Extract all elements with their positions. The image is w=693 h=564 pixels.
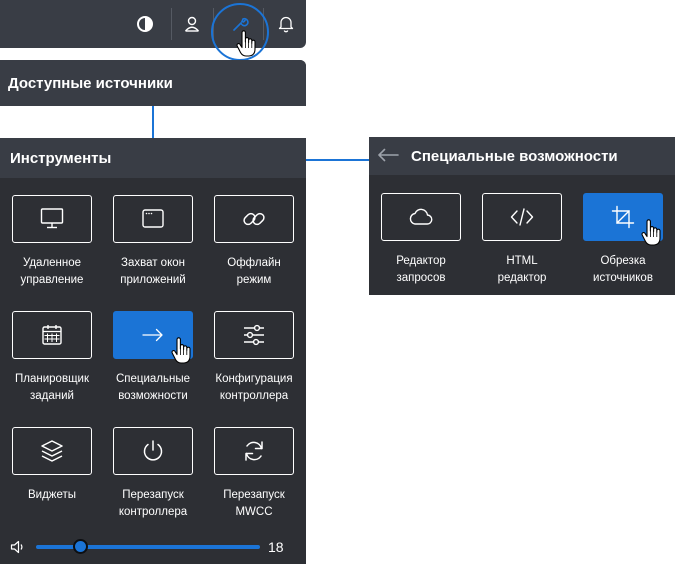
connector-line: [152, 106, 154, 140]
app-window-icon: [142, 209, 164, 228]
tile-monitor[interactable]: [12, 195, 92, 243]
tile-label-line1: Захват окон: [121, 257, 185, 269]
tile-link[interactable]: [214, 195, 294, 243]
tile-code[interactable]: [482, 193, 562, 241]
calendar-icon: [42, 325, 62, 345]
layers-icon: [41, 440, 63, 462]
tools-title: Инструменты: [10, 149, 112, 167]
tile-label-line2: MWCC: [235, 506, 273, 518]
tile-label-line1: Перезапуск: [223, 489, 285, 501]
toolbar-divider: [171, 8, 172, 40]
tile-label: Перезапуск контроллера: [98, 487, 208, 521]
volume-slider-knob[interactable]: [72, 539, 88, 554]
tile-label-line1: Редактор: [396, 255, 446, 267]
tile-power[interactable]: [113, 427, 193, 475]
tile-label-line2: приложений: [120, 274, 186, 286]
tile-app-window[interactable]: [113, 195, 193, 243]
connector-line: [306, 159, 369, 161]
tile-label-line2: заданий: [30, 390, 74, 402]
power-icon: [143, 440, 163, 461]
tile-label: Захват окон приложений: [98, 255, 208, 289]
tile-label-line1: Виджеты: [27, 489, 77, 501]
bell-icon[interactable]: [272, 10, 300, 38]
tile-layers[interactable]: [12, 427, 92, 475]
tile-label-line2: редактор: [497, 272, 547, 284]
tile-label: Специальные возможности: [98, 371, 208, 405]
special-title: Специальные возможности: [411, 147, 618, 165]
sources-title: Доступные источники: [8, 74, 173, 92]
tile-label-line2: запросов: [396, 272, 446, 284]
special-panel: Специальные возможности Редактор запросов…: [369, 137, 675, 295]
back-arrow-icon[interactable]: [377, 148, 399, 162]
hand-cursor-icon: [171, 337, 191, 364]
tile-label-line2: управление: [20, 274, 84, 286]
tile-refresh[interactable]: [214, 427, 294, 475]
sources-panel: Доступные источники: [0, 60, 306, 106]
tile-label: Оффлайн режим: [199, 255, 309, 289]
tile-label-line1: Специальные: [115, 373, 191, 385]
tile-label-line2: источников: [593, 272, 653, 284]
tile-label: Конфигурация контроллера: [199, 371, 309, 405]
user-icon[interactable]: [178, 10, 206, 38]
tile-label-line2: возможности: [118, 390, 188, 402]
sources-header[interactable]: Доступные источники: [0, 60, 306, 106]
volume-icon[interactable]: [10, 540, 26, 554]
contrast-icon[interactable]: [131, 10, 159, 38]
tile-cloud[interactable]: [381, 193, 461, 241]
special-header: Специальные возможности: [369, 137, 675, 175]
tile-label: HTML редактор: [467, 253, 577, 287]
tile-label-line1: Оффлайн: [227, 257, 281, 269]
tools-panel: Инструменты Удаленное управление Захват ок…: [0, 138, 306, 564]
hand-cursor-icon: [641, 219, 661, 246]
tile-calendar[interactable]: [12, 311, 92, 359]
tile-label-line1: Обрезка: [600, 255, 646, 267]
tile-label-line1: Конфигурация: [215, 373, 293, 385]
tools-header: Инструменты: [0, 138, 306, 178]
volume-slider-track[interactable]: [36, 545, 260, 549]
crop-icon: [611, 205, 635, 229]
link-icon: [243, 212, 265, 226]
tile-label-line2: режим: [236, 274, 272, 286]
tile-sliders[interactable]: [214, 311, 294, 359]
tile-label: Планировщик заданий: [0, 371, 107, 405]
volume-value: 18: [268, 539, 284, 555]
tile-label: Удаленное управление: [0, 255, 107, 289]
tile-label-line2: контроллера: [219, 390, 289, 402]
cloud-icon: [409, 208, 433, 225]
tile-label-line1: HTML: [506, 255, 538, 267]
code-icon: [510, 208, 534, 226]
tile-label-line1: Планировщик: [15, 373, 89, 385]
tile-label: Виджеты: [0, 487, 107, 504]
tile-label: Редактор запросов: [366, 253, 476, 287]
refresh-icon: [245, 441, 263, 461]
monitor-icon: [40, 208, 64, 229]
tile-label-line1: Перезапуск: [122, 489, 184, 501]
tile-label-line2: контроллера: [118, 506, 188, 518]
tile-label: Обрезка источников: [568, 253, 678, 287]
sliders-icon: [244, 324, 264, 346]
hand-cursor-icon: [236, 30, 256, 57]
tile-label: Перезапуск MWCC: [199, 487, 309, 521]
tile-label-line1: Удаленное: [22, 257, 82, 269]
arrow-right-icon: [142, 328, 163, 342]
